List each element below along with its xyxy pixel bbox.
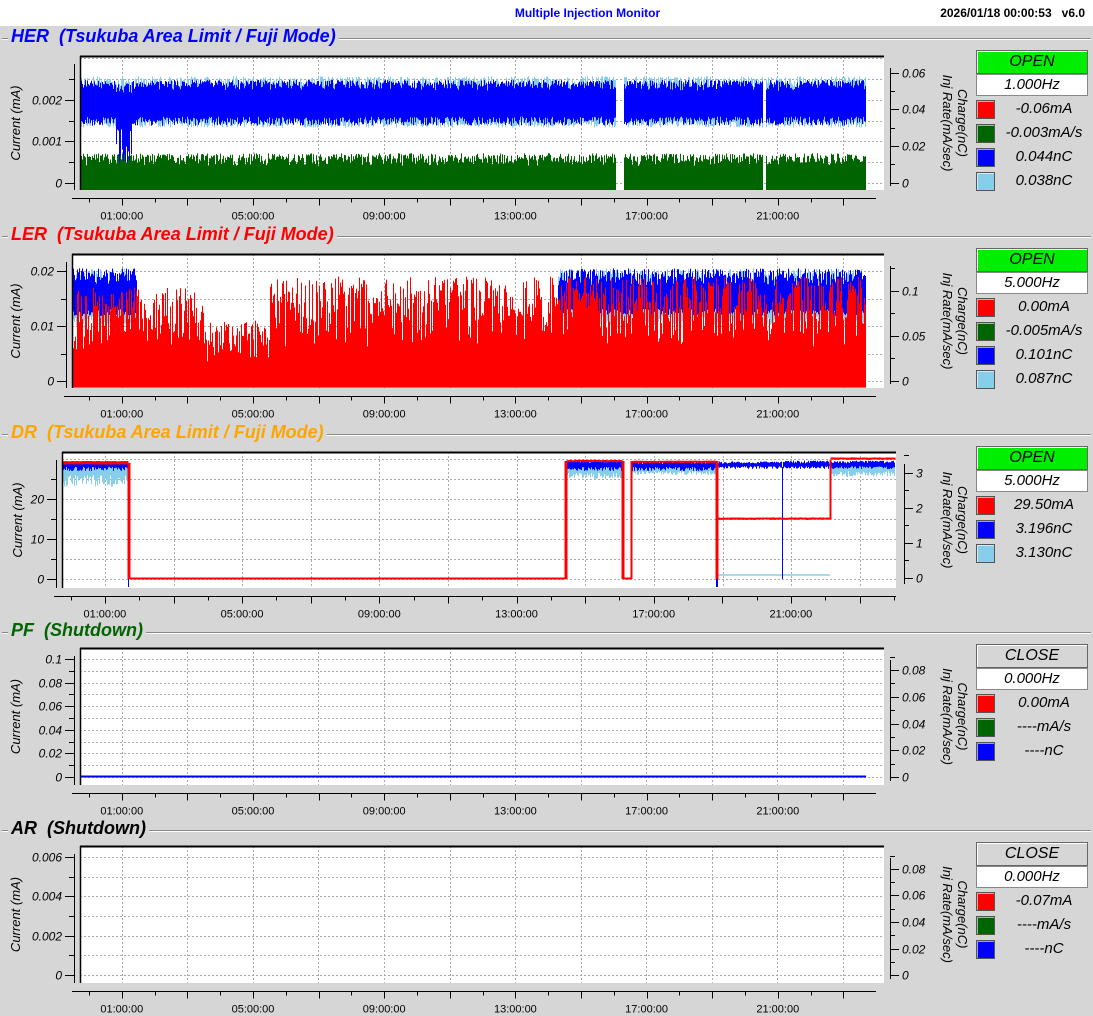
time-tick-label: 21:00:00: [756, 211, 799, 223]
left-axis-title: Current (mA): [8, 283, 23, 358]
right-tick-label: 2: [915, 502, 923, 516]
plot-area: [80, 648, 884, 785]
chart-ar: 0 0.002 0.004 0.006 Current (mA) 0 0.02 0.04 0.0…: [8, 845, 970, 1016]
left-tick-label: 0.06: [39, 700, 63, 714]
right-tick-label: 0.04: [902, 718, 926, 732]
time-tick-label: 17:00:00: [625, 409, 668, 421]
left-tick-label: 0.006: [32, 851, 62, 865]
plots-canvas: 0 0.001 0.002 Current (mA) 0 0.02 0.04 0.06 Char…: [8, 55, 970, 1016]
time-tick-label: 13:00:00: [494, 211, 537, 223]
right-axis-title-rate: Inj Rate(mA/sec): [940, 273, 955, 370]
right-tick-label: 3: [916, 467, 923, 481]
time-tick-label: 21:00:00: [756, 1004, 799, 1016]
right-tick-label: 0.02: [902, 140, 926, 154]
time-tick-label: 01:00:00: [100, 409, 143, 421]
right-tick-label: 0: [916, 572, 923, 586]
right-tick-label: 0: [902, 375, 909, 389]
time-tick-label: 13:00:00: [494, 1004, 537, 1016]
time-tick-label: 05:00:00: [221, 609, 264, 621]
time-tick-label: 09:00:00: [358, 609, 401, 621]
right-axis-title-charge: Charge(nC): [955, 89, 970, 157]
time-tick-label: 09:00:00: [363, 409, 406, 421]
right-tick-label: 0.02: [902, 943, 926, 957]
left-tick-label: 0.01: [31, 320, 54, 334]
left-tick-label: 0.001: [32, 135, 62, 149]
right-axis-title-charge: Charge(nC): [955, 486, 970, 554]
time-tick-label: 01:00:00: [100, 806, 143, 818]
chart-her: 0 0.001 0.002 Current (mA) 0 0.02 0.04 0.06 Char…: [8, 55, 970, 223]
right-tick-label: 0.06: [902, 889, 926, 903]
plot-area: [80, 846, 884, 983]
series-charge: [81, 775, 866, 778]
left-axis-title: Current (mA): [8, 85, 23, 160]
right-axis-title-charge: Charge(nC): [955, 881, 970, 949]
left-tick-label: 0.002: [32, 94, 62, 108]
time-tick-label: 05:00:00: [232, 1004, 275, 1016]
time-tick-label: 09:00:00: [363, 211, 406, 223]
right-tick-label: 0.04: [902, 916, 926, 930]
left-axis-title: Current (mA): [8, 679, 23, 754]
left-tick-label: 0.1: [45, 653, 62, 667]
time-tick-label: 01:00:00: [100, 1004, 143, 1016]
right-tick-label: 0.04: [902, 103, 926, 117]
time-tick-label: 09:00:00: [363, 806, 406, 818]
time-tick-label: 17:00:00: [632, 609, 675, 621]
right-tick-label: 0.1: [902, 285, 919, 299]
left-tick-label: 0: [47, 375, 54, 389]
right-tick-label: 0.02: [902, 744, 926, 758]
left-tick-label: 0.002: [32, 930, 62, 944]
time-tick-label: 05:00:00: [232, 211, 275, 223]
right-axis-title-rate: Inj Rate(mA/sec): [940, 472, 955, 569]
time-tick-label: 17:00:00: [625, 211, 668, 223]
right-axis-title-charge: Charge(nC): [955, 683, 970, 751]
time-tick-label: 21:00:00: [756, 409, 799, 421]
left-tick-label: 0: [55, 969, 62, 983]
right-tick-label: 0.08: [902, 863, 926, 877]
right-tick-label: 1: [916, 537, 923, 551]
right-tick-label: 0.06: [902, 67, 926, 81]
time-tick-label: 17:00:00: [625, 1004, 668, 1016]
chart-dr: 0 10 20 Current (mA) 0 1 2 3 Charge(nC)Inj Rate(…: [10, 451, 970, 621]
left-tick-label: 0.02: [31, 265, 55, 279]
right-tick-label: 0.08: [902, 664, 926, 678]
time-tick-label: 21:00:00: [769, 609, 812, 621]
left-tick-label: 10: [31, 533, 45, 547]
chart-ler: 0 0.01 0.02 Current (mA) 0 0.05 0.1 Charge(nC)I…: [8, 253, 970, 421]
right-tick-label: 0: [902, 771, 909, 785]
time-tick-label: 17:00:00: [625, 806, 668, 818]
chart-pf: 0 0.02 0.04 0.06 0.08 0.1 Current (mA) 0 0.02 0.0…: [8, 647, 970, 818]
right-tick-label: 0.06: [902, 691, 926, 705]
time-tick-label: 01:00:00: [83, 609, 126, 621]
right-tick-label: 0.05: [902, 330, 926, 344]
left-tick-label: 0.004: [32, 890, 62, 904]
time-tick-label: 21:00:00: [756, 806, 799, 818]
time-tick-label: 09:00:00: [363, 1004, 406, 1016]
left-tick-label: 0.04: [39, 724, 63, 738]
right-axis-title-rate: Inj Rate(mA/sec): [940, 75, 955, 172]
time-tick-label: 13:00:00: [494, 409, 537, 421]
time-tick-label: 05:00:00: [232, 409, 275, 421]
left-axis-title: Current (mA): [8, 877, 23, 952]
time-tick-label: 01:00:00: [100, 211, 143, 223]
right-tick-label: 0: [902, 177, 909, 191]
left-tick-label: 0.02: [39, 747, 63, 761]
time-tick-label: 13:00:00: [494, 806, 537, 818]
time-tick-label: 05:00:00: [232, 806, 275, 818]
left-tick-label: 0: [37, 573, 44, 587]
right-axis-title-rate: Inj Rate(mA/sec): [940, 668, 955, 765]
left-tick-label: 0.08: [39, 677, 63, 691]
left-tick-label: 0: [55, 771, 62, 785]
left-tick-label: 0: [55, 177, 62, 191]
right-axis-title-charge: Charge(nC): [955, 287, 970, 355]
left-tick-label: 20: [30, 493, 45, 507]
right-axis-title-rate: Inj Rate(mA/sec): [940, 866, 955, 963]
time-tick-label: 13:00:00: [495, 609, 538, 621]
right-tick-label: 0: [902, 969, 909, 983]
left-axis-title: Current (mA): [10, 482, 25, 557]
